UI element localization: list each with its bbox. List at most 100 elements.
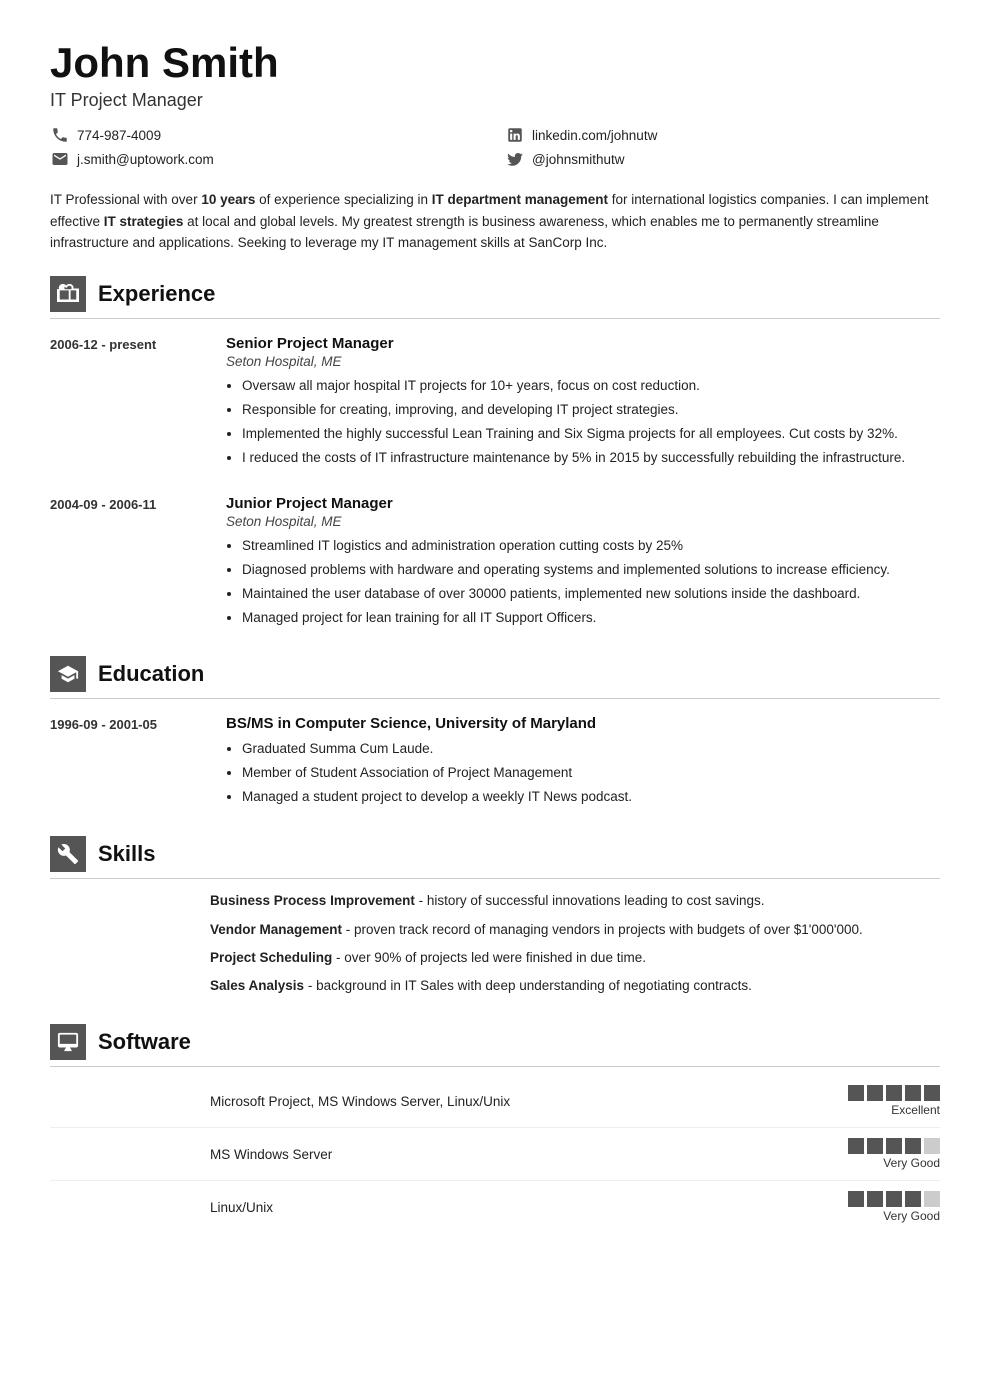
experience-section: Experience 2006-12 - present Senior Proj… — [50, 276, 940, 631]
summary-section: IT Professional with over 10 years of ex… — [50, 189, 940, 254]
rating-label-3: Very Good — [883, 1209, 940, 1223]
phone-icon — [50, 125, 70, 145]
skill-item-2: Vendor Management - proven track record … — [210, 918, 940, 942]
sq — [924, 1191, 940, 1207]
software-row-1: Microsoft Project, MS Windows Server, Li… — [50, 1075, 940, 1128]
list-item: Streamlined IT logistics and administrat… — [242, 535, 940, 558]
skill-desc-2: - proven track record of managing vendor… — [346, 922, 863, 937]
list-item: Diagnosed problems with hardware and ope… — [242, 559, 940, 582]
sq — [905, 1138, 921, 1154]
software-name-1: Microsoft Project, MS Windows Server, Li… — [210, 1094, 838, 1109]
experience-title: Experience — [98, 281, 215, 307]
sq — [867, 1138, 883, 1154]
email-icon — [50, 149, 70, 169]
sq — [905, 1085, 921, 1101]
education-section: Education 1996-09 - 2001-05 BS/MS in Com… — [50, 656, 940, 810]
skill-item-3: Project Scheduling - over 90% of project… — [210, 946, 940, 970]
rating-squares-3 — [848, 1191, 940, 1207]
experience-entry-2: 2004-09 - 2006-11 Junior Project Manager… — [50, 495, 940, 631]
software-row-2: MS Windows Server Very Good — [50, 1128, 940, 1181]
software-rating-2: Very Good — [848, 1138, 940, 1170]
sq — [848, 1138, 864, 1154]
exp2-job-title: Junior Project Manager — [226, 495, 940, 512]
candidate-name: John Smith — [50, 40, 940, 86]
sq — [867, 1191, 883, 1207]
linkedin-icon — [505, 125, 525, 145]
email-text: j.smith@uptowork.com — [77, 152, 214, 167]
skill-name-3: Project Scheduling — [210, 950, 332, 965]
twitter-text: @johnsmithutw — [532, 152, 625, 167]
exp2-company: Seton Hospital, ME — [226, 514, 940, 529]
skills-list: Business Process Improvement - history o… — [50, 889, 940, 998]
education-title: Education — [98, 661, 204, 687]
software-section: Software Microsoft Project, MS Windows S… — [50, 1024, 940, 1233]
edu1-content: BS/MS in Computer Science, University of… — [226, 715, 940, 810]
list-item: Member of Student Association of Project… — [242, 762, 940, 785]
rating-label-1: Excellent — [891, 1103, 940, 1117]
software-header: Software — [50, 1024, 940, 1067]
edu1-date: 1996-09 - 2001-05 — [50, 715, 210, 810]
skills-section: Skills Business Process Improvement - hi… — [50, 836, 940, 998]
software-rating-1: Excellent — [848, 1085, 940, 1117]
list-item: Managed a student project to develop a w… — [242, 786, 940, 809]
linkedin-text: linkedin.com/johnutw — [532, 128, 657, 143]
sq — [886, 1085, 902, 1101]
exp1-date: 2006-12 - present — [50, 335, 210, 471]
contact-section: 774-987-4009 linkedin.com/johnutw j.smit… — [50, 125, 940, 169]
list-item: Implemented the highly successful Lean T… — [242, 423, 940, 446]
skill-desc-4: - background in IT Sales with deep under… — [308, 978, 752, 993]
rating-label-2: Very Good — [883, 1156, 940, 1170]
contact-email: j.smith@uptowork.com — [50, 149, 485, 169]
twitter-icon — [505, 149, 525, 169]
exp1-bullets: Oversaw all major hospital IT projects f… — [226, 375, 940, 470]
experience-icon — [50, 276, 86, 312]
skill-desc-1: - history of successful innovations lead… — [419, 893, 765, 908]
contact-linkedin: linkedin.com/johnutw — [505, 125, 940, 145]
experience-entry-1: 2006-12 - present Senior Project Manager… — [50, 335, 940, 471]
list-item: Managed project for lean training for al… — [242, 607, 940, 630]
software-title: Software — [98, 1029, 191, 1055]
software-name-2: MS Windows Server — [210, 1147, 838, 1162]
skill-desc-3: - over 90% of projects led were finished… — [336, 950, 646, 965]
resume-header: John Smith IT Project Manager — [50, 40, 940, 111]
sq — [924, 1085, 940, 1101]
software-icon — [50, 1024, 86, 1060]
sq — [886, 1191, 902, 1207]
skills-icon — [50, 836, 86, 872]
contact-phone: 774-987-4009 — [50, 125, 485, 145]
education-header: Education — [50, 656, 940, 699]
edu1-degree: BS/MS in Computer Science, University of… — [226, 715, 940, 732]
exp2-content: Junior Project Manager Seton Hospital, M… — [226, 495, 940, 631]
edu1-bullets: Graduated Summa Cum Laude. Member of Stu… — [226, 738, 940, 809]
skill-item-1: Business Process Improvement - history o… — [210, 889, 940, 913]
exp1-content: Senior Project Manager Seton Hospital, M… — [226, 335, 940, 471]
list-item: Responsible for creating, improving, and… — [242, 399, 940, 422]
skill-name-2: Vendor Management — [210, 922, 342, 937]
skill-item-4: Sales Analysis - background in IT Sales … — [210, 974, 940, 998]
exp2-date: 2004-09 - 2006-11 — [50, 495, 210, 631]
skills-title: Skills — [98, 841, 155, 867]
exp1-company: Seton Hospital, ME — [226, 354, 940, 369]
rating-squares-2 — [848, 1138, 940, 1154]
exp1-job-title: Senior Project Manager — [226, 335, 940, 352]
skills-header: Skills — [50, 836, 940, 879]
list-item: Maintained the user database of over 300… — [242, 583, 940, 606]
list-item: Oversaw all major hospital IT projects f… — [242, 375, 940, 398]
phone-text: 774-987-4009 — [77, 128, 161, 143]
sq — [848, 1085, 864, 1101]
software-rating-3: Very Good — [848, 1191, 940, 1223]
software-name-3: Linux/Unix — [210, 1200, 838, 1215]
rating-squares-1 — [848, 1085, 940, 1101]
sq — [848, 1191, 864, 1207]
sq — [867, 1085, 883, 1101]
sq — [924, 1138, 940, 1154]
candidate-title: IT Project Manager — [50, 90, 940, 111]
education-icon — [50, 656, 86, 692]
sq — [905, 1191, 921, 1207]
experience-header: Experience — [50, 276, 940, 319]
skill-name-1: Business Process Improvement — [210, 893, 415, 908]
list-item: Graduated Summa Cum Laude. — [242, 738, 940, 761]
education-entry-1: 1996-09 - 2001-05 BS/MS in Computer Scie… — [50, 715, 940, 810]
software-row-3: Linux/Unix Very Good — [50, 1181, 940, 1233]
exp2-bullets: Streamlined IT logistics and administrat… — [226, 535, 940, 630]
